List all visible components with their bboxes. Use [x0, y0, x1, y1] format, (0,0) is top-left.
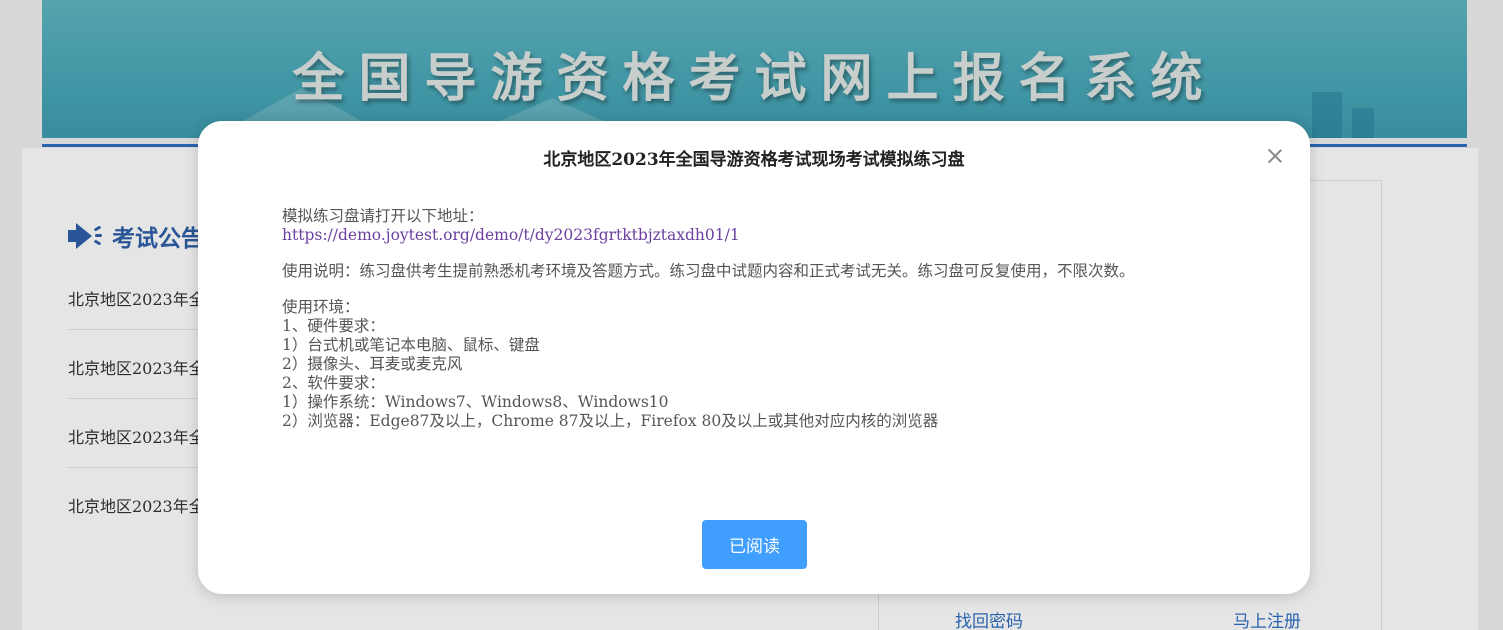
environment-line: 1、硬件要求：	[282, 317, 385, 335]
environment-line: 2、软件要求：	[282, 374, 385, 392]
close-icon[interactable]	[1266, 147, 1284, 165]
confirm-read-button[interactable]: 已阅读	[702, 520, 807, 569]
address-intro: 模拟练习盘请打开以下地址：	[282, 207, 484, 225]
environment-line: 1）操作系统：Windows7、Windows8、Windows10	[282, 393, 669, 411]
environment-line: 2）摄像头、耳麦或麦克风	[282, 355, 463, 373]
dialog-title: 北京地区2023年全国导游资格考试现场考试模拟练习盘	[543, 150, 965, 170]
practice-info-dialog: 北京地区2023年全国导游资格考试现场考试模拟练习盘 模拟练习盘请打开以下地址：…	[198, 121, 1310, 594]
environment-title: 使用环境：	[282, 298, 360, 316]
dialog-body: 模拟练习盘请打开以下地址： https://demo.joytest.org/d…	[282, 207, 1232, 431]
usage-note: 使用说明：练习盘供考生提前熟悉机考环境及答题方式。练习盘中试题内容和正式考试无关…	[282, 262, 1135, 280]
practice-address-link[interactable]: https://demo.joytest.org/demo/t/dy2023fg…	[282, 226, 1232, 245]
environment-line: 1）台式机或笔记本电脑、鼠标、键盘	[282, 336, 540, 354]
page-root: 全国导游资格考试网上报名系统 考试公告 北京地区2023年全 北京地区2023年…	[0, 0, 1503, 630]
environment-line: 2）浏览器：Edge87及以上，Chrome 87及以上，Firefox 80及…	[282, 412, 939, 430]
